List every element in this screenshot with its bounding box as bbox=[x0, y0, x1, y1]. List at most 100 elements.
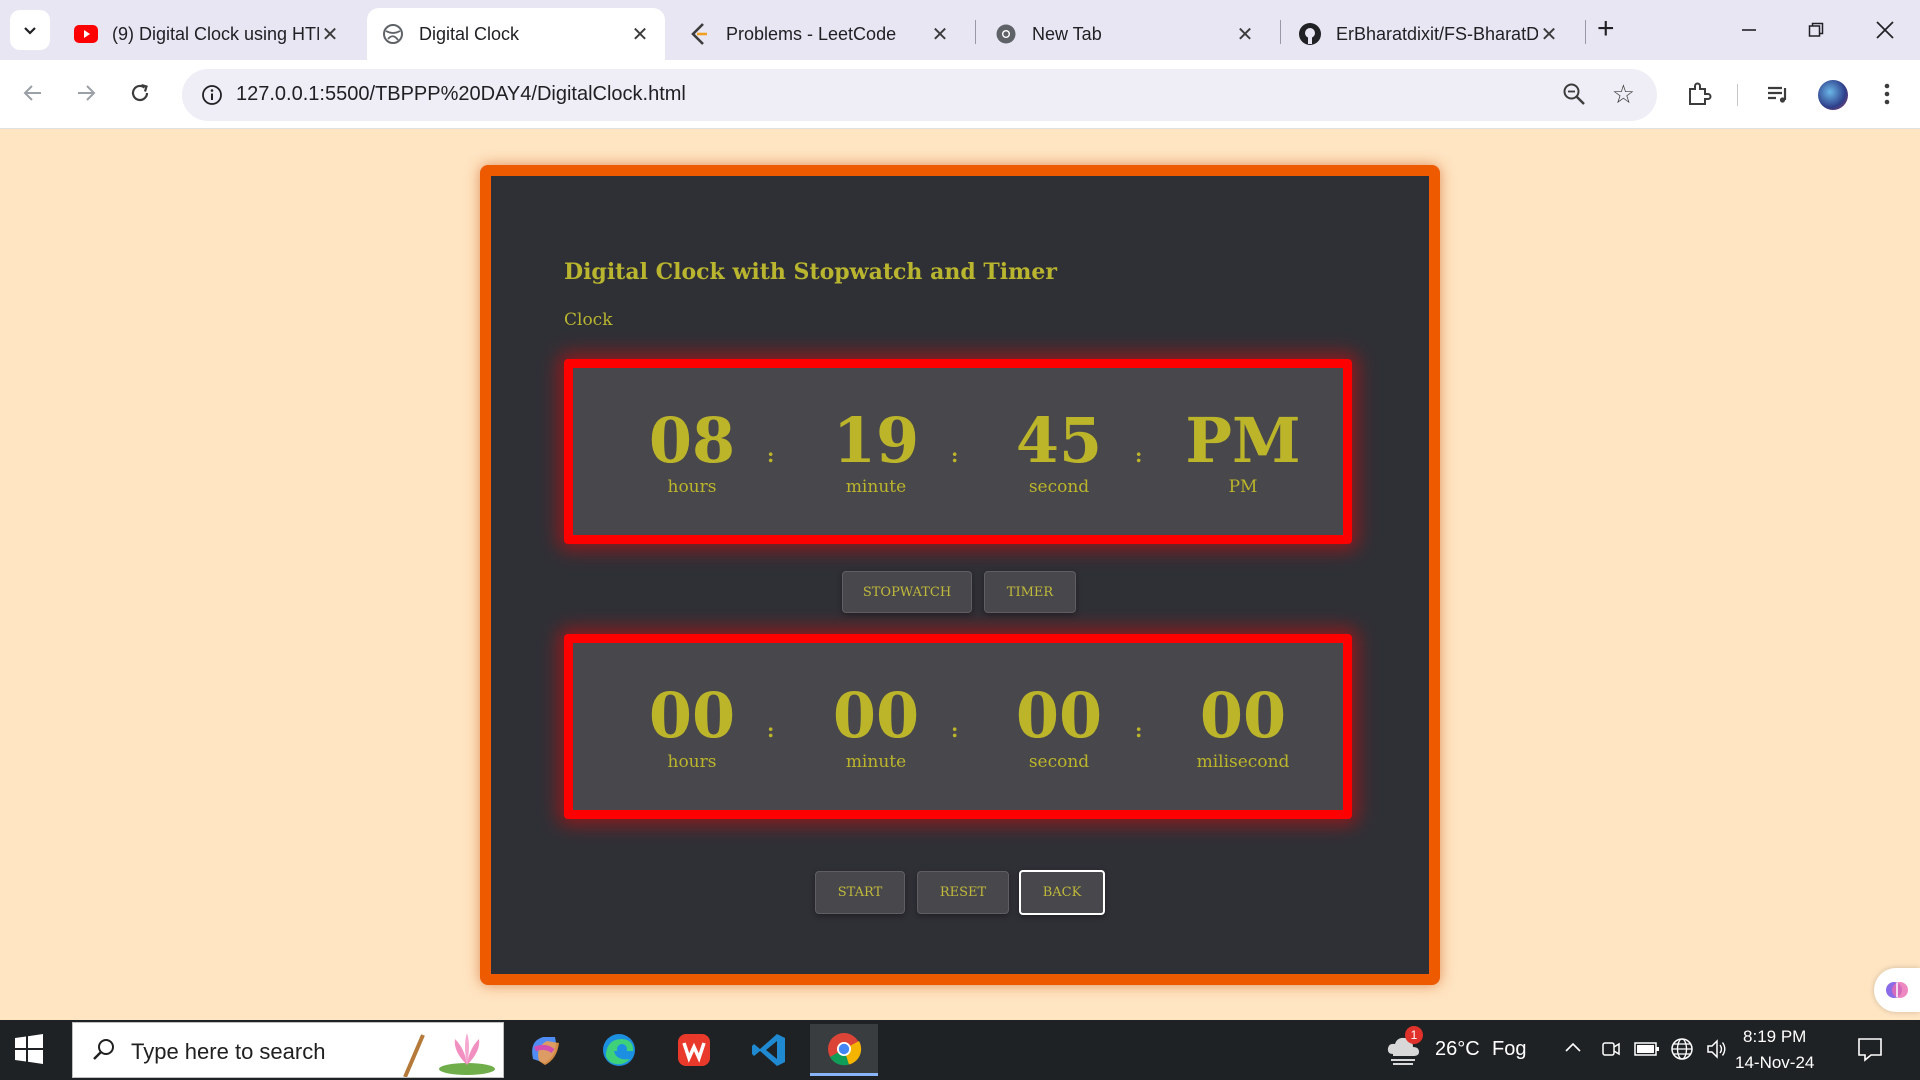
clock-hours-label: hours bbox=[667, 477, 717, 497]
back-arrow-icon[interactable] bbox=[13, 73, 53, 113]
tab-github[interactable]: ErBharatdixit/FS-BharatDixit ✕ bbox=[1284, 8, 1574, 60]
stopwatch-separator: : bbox=[767, 718, 775, 742]
stopwatch-milliseconds: 00 milisecond bbox=[1163, 681, 1323, 773]
chrome-icon bbox=[994, 22, 1018, 46]
close-tab-icon[interactable]: ✕ bbox=[929, 22, 951, 47]
taskbar-time: 8:19 PM bbox=[1743, 1027, 1807, 1046]
copilot-sidebar-icon[interactable] bbox=[1874, 968, 1920, 1012]
clock-seconds: 45 second bbox=[979, 406, 1139, 498]
clock-separator: : bbox=[767, 443, 775, 467]
close-tab-icon[interactable]: ✕ bbox=[1234, 22, 1256, 47]
site-info-icon[interactable] bbox=[194, 77, 230, 113]
stopwatch-minutes-label: minute bbox=[845, 752, 907, 772]
extensions-puzzle-icon[interactable] bbox=[1681, 76, 1717, 112]
tab-digital-clock[interactable]: Digital Clock ✕ bbox=[367, 8, 665, 60]
tab-youtube[interactable]: (9) Digital Clock using HTML ✕ bbox=[60, 8, 355, 60]
stopwatch-hours-label: hours bbox=[667, 752, 717, 772]
close-tab-icon[interactable]: ✕ bbox=[1538, 22, 1560, 47]
reload-icon[interactable] bbox=[120, 73, 160, 113]
windows-taskbar: Type here to search 1 26°C Fog 8:19 PM 1… bbox=[0, 1020, 1920, 1080]
taskbar-date: 14-Nov-24 bbox=[1735, 1053, 1815, 1072]
taskbar-search-box[interactable]: Type here to search bbox=[72, 1022, 504, 1078]
media-control-icon[interactable] bbox=[1760, 76, 1796, 112]
url-text[interactable]: 127.0.0.1:5500/TBPPP%20DAY4/DigitalClock… bbox=[236, 83, 686, 106]
globe-icon bbox=[381, 22, 405, 46]
close-tab-icon[interactable]: ✕ bbox=[319, 22, 341, 47]
weather-notification-badge: 1 bbox=[1405, 1026, 1423, 1044]
stopwatch-hours-value: 00 bbox=[648, 679, 736, 752]
close-window-icon[interactable] bbox=[1865, 10, 1905, 50]
windows-start-icon[interactable] bbox=[14, 1034, 46, 1066]
browser-toolbar: 127.0.0.1:5500/TBPPP%20DAY4/DigitalClock… bbox=[0, 60, 1920, 129]
chevron-down-icon bbox=[24, 27, 36, 35]
zoom-icon[interactable] bbox=[1561, 81, 1587, 112]
weather-temperature[interactable]: 26°C bbox=[1435, 1038, 1480, 1061]
tab-new-tab[interactable]: New Tab ✕ bbox=[980, 8, 1270, 60]
stopwatch-milliseconds-value: 00 bbox=[1199, 679, 1287, 752]
page-title: Digital Clock with Stopwatch and Timer bbox=[564, 259, 1057, 285]
stopwatch-separator: : bbox=[951, 718, 959, 742]
bookmark-star-icon[interactable]: ☆ bbox=[1612, 79, 1635, 110]
new-tab-plus-icon[interactable]: + bbox=[1597, 14, 1615, 44]
stopwatch-hours: 00 hours bbox=[612, 681, 772, 773]
taskbar-clock[interactable]: 8:19 PM 14-Nov-24 bbox=[1735, 1024, 1814, 1076]
chrome-app-icon[interactable] bbox=[810, 1024, 878, 1076]
clock-minutes: 19 minute bbox=[796, 406, 956, 498]
tab-title: New Tab bbox=[1032, 23, 1102, 44]
stopwatch-separator: : bbox=[1135, 718, 1143, 742]
stopwatch-button[interactable]: STOPWATCH bbox=[842, 571, 972, 613]
tab-leetcode[interactable]: Problems - LeetCode ✕ bbox=[674, 8, 965, 60]
tab-title: (9) Digital Clock using HTML bbox=[112, 23, 319, 44]
tab-title: Problems - LeetCode bbox=[726, 23, 897, 44]
toolbar-separator bbox=[1737, 84, 1738, 106]
tab-separator bbox=[1280, 20, 1281, 44]
start-button[interactable]: START bbox=[815, 871, 905, 914]
clock-ampm-label: PM bbox=[1228, 477, 1258, 497]
tab-separator bbox=[1585, 20, 1586, 44]
github-icon bbox=[1298, 22, 1322, 46]
kebab-menu-icon[interactable] bbox=[1869, 76, 1905, 112]
clock-display-panel: 08 hours : 19 minute : 45 second : PM PM bbox=[564, 359, 1352, 544]
address-bar[interactable]: 127.0.0.1:5500/TBPPP%20DAY4/DigitalClock… bbox=[182, 69, 1657, 121]
back-button[interactable]: BACK bbox=[1019, 870, 1105, 915]
chevron-up-icon[interactable] bbox=[1563, 1038, 1583, 1063]
lotus-search-decoration-icon bbox=[393, 1027, 501, 1080]
clock-ampm: PM PM bbox=[1163, 406, 1323, 498]
network-globe-icon[interactable] bbox=[1670, 1037, 1694, 1066]
tab-title: Digital Clock bbox=[419, 23, 520, 44]
vscode-app-icon[interactable] bbox=[735, 1024, 803, 1076]
battery-icon[interactable] bbox=[1634, 1040, 1660, 1063]
weather-cloud-icon[interactable]: 1 bbox=[1385, 1026, 1423, 1073]
weather-condition[interactable]: Fog bbox=[1492, 1038, 1526, 1061]
tab-title: ErBharatdixit/FS-BharatDixit bbox=[1336, 23, 1538, 44]
stopwatch-milliseconds-label: milisecond bbox=[1196, 752, 1290, 772]
profile-avatar[interactable] bbox=[1818, 80, 1848, 110]
clock-hours-value: 08 bbox=[648, 404, 736, 477]
clock-section-label: Clock bbox=[564, 310, 613, 330]
volume-icon[interactable] bbox=[1705, 1037, 1729, 1066]
tab-search-button[interactable] bbox=[10, 10, 50, 50]
search-icon bbox=[91, 1037, 117, 1068]
close-tab-icon[interactable]: ✕ bbox=[629, 22, 651, 47]
clock-separator: : bbox=[1135, 443, 1143, 467]
restore-window-icon[interactable] bbox=[1796, 10, 1836, 50]
reset-button[interactable]: RESET bbox=[917, 871, 1009, 914]
copilot-app-icon[interactable] bbox=[510, 1024, 578, 1076]
stopwatch-seconds-label: second bbox=[1028, 752, 1090, 772]
clock-separator: : bbox=[951, 443, 959, 467]
stopwatch-minutes: 00 minute bbox=[796, 681, 956, 773]
minimize-window-icon[interactable] bbox=[1729, 10, 1769, 50]
browser-tab-bar: (9) Digital Clock using HTML ✕ Digital C… bbox=[0, 0, 1920, 60]
meet-now-icon[interactable] bbox=[1600, 1038, 1622, 1065]
notification-center-icon[interactable] bbox=[1857, 1036, 1883, 1067]
forward-arrow-icon[interactable] bbox=[66, 73, 106, 113]
timer-button[interactable]: TIMER bbox=[984, 571, 1076, 613]
stopwatch-seconds: 00 second bbox=[979, 681, 1139, 773]
leetcode-icon bbox=[688, 22, 712, 46]
wps-office-app-icon[interactable] bbox=[660, 1024, 728, 1076]
stopwatch-display-panel: 00 hours : 00 minute : 00 second : 00 mi… bbox=[564, 634, 1352, 819]
clock-minutes-value: 19 bbox=[832, 404, 920, 477]
tab-separator bbox=[975, 20, 976, 44]
edge-app-icon[interactable] bbox=[585, 1024, 653, 1076]
youtube-icon bbox=[74, 22, 98, 46]
